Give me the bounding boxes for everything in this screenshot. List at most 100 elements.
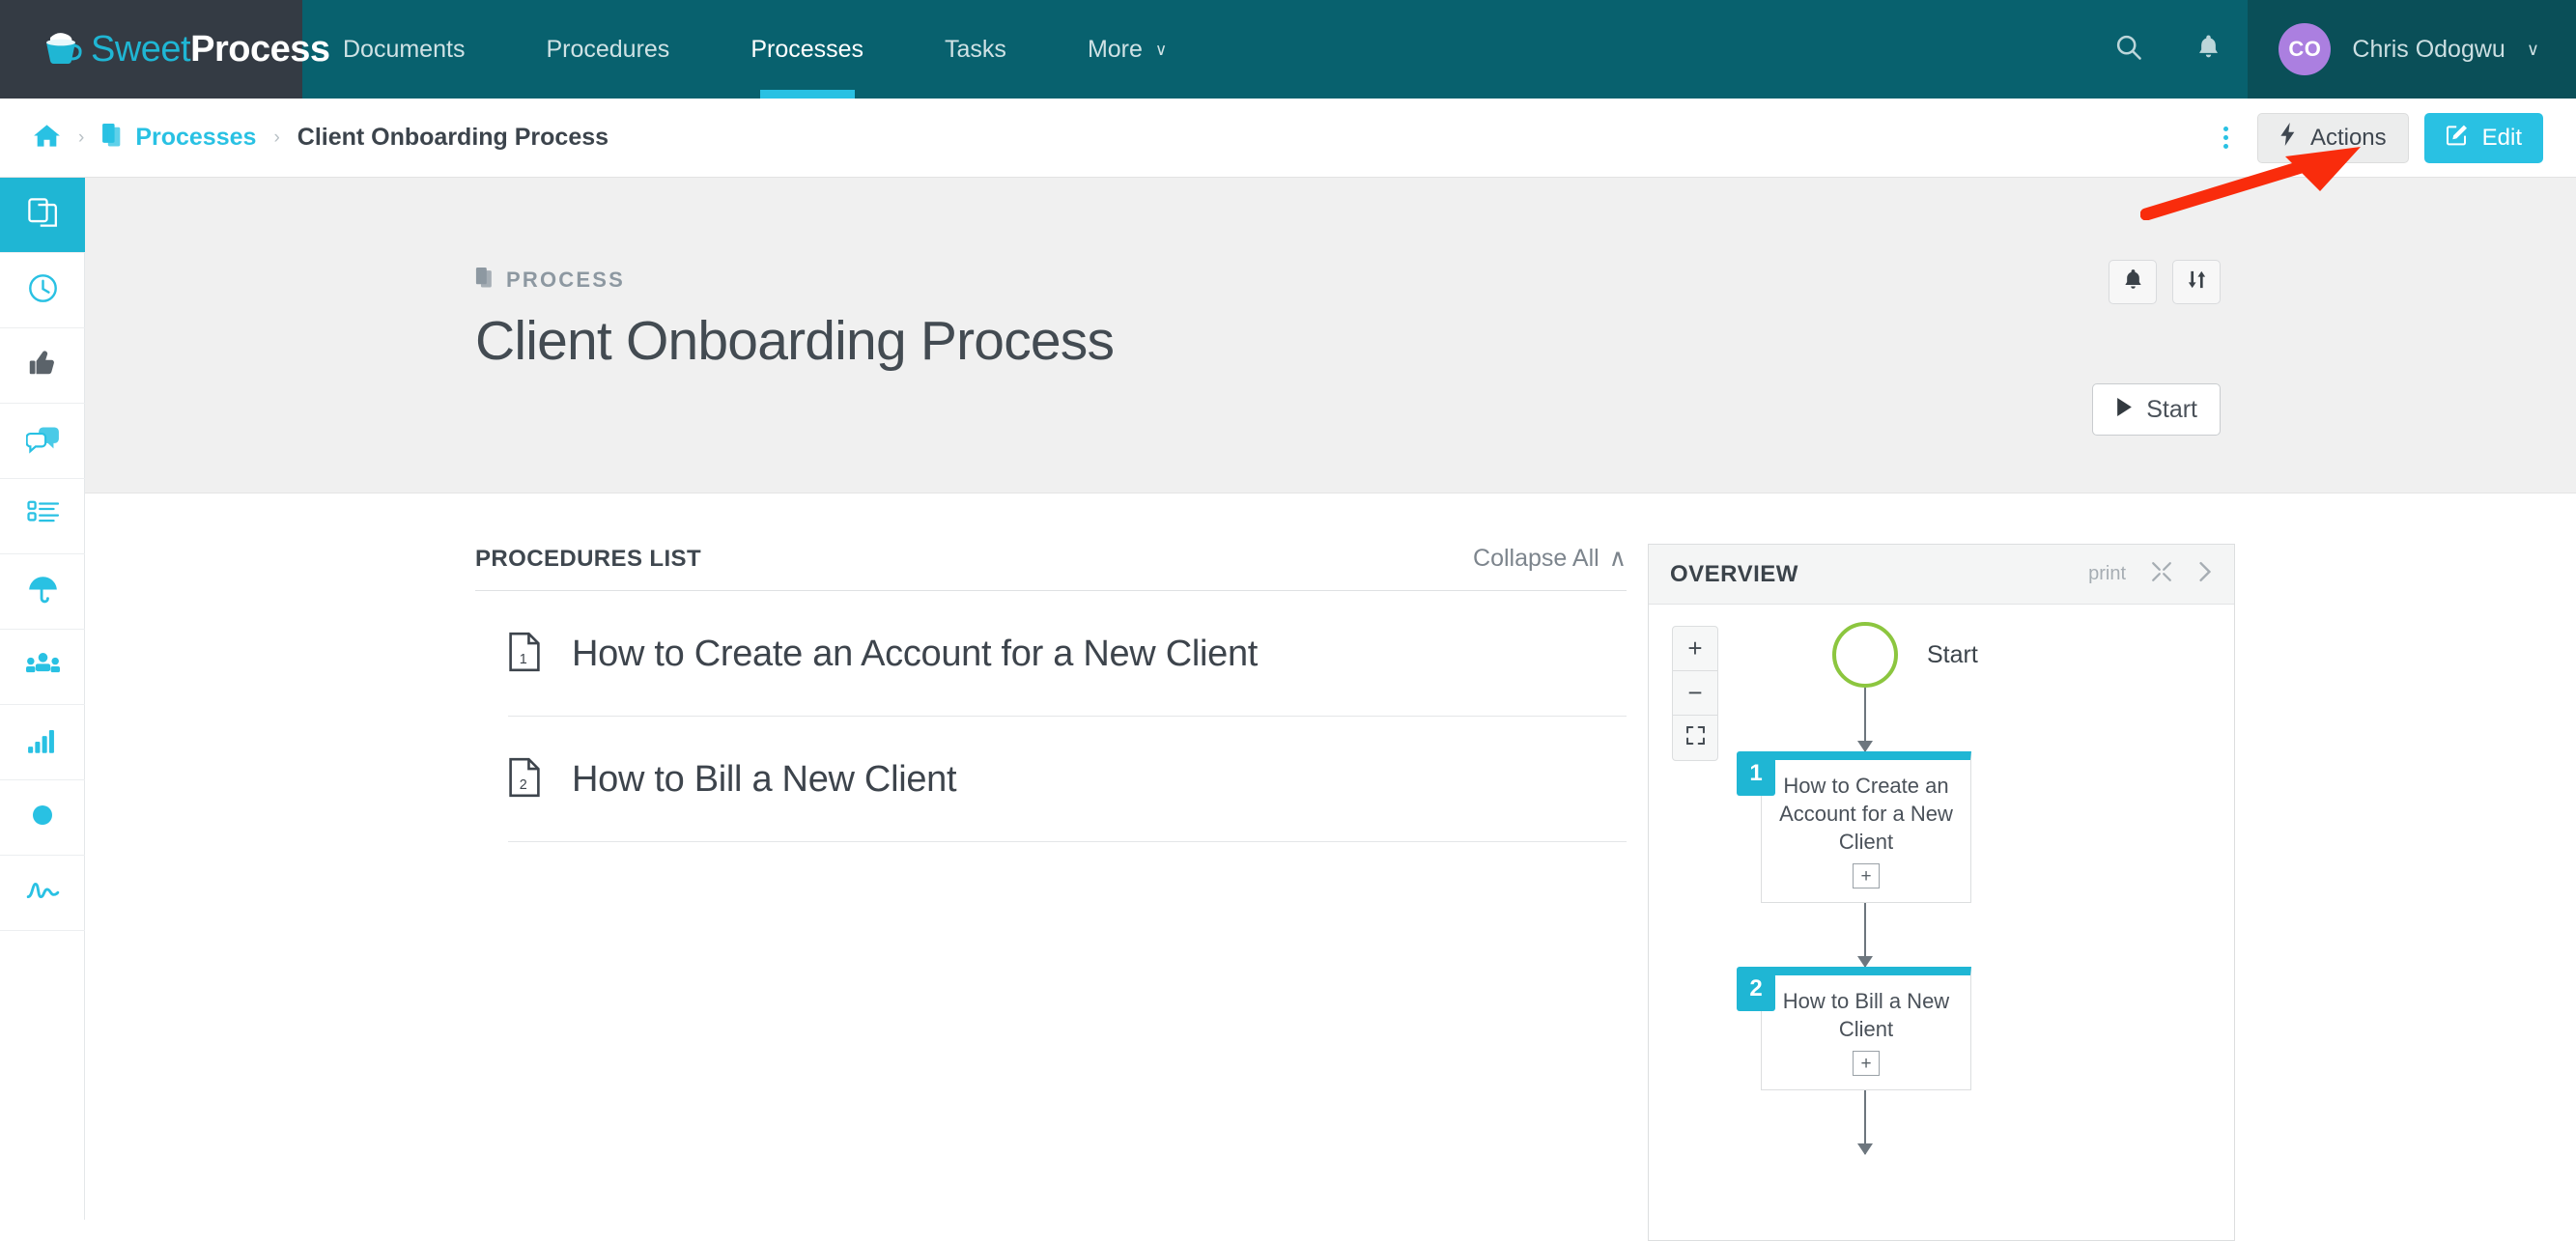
collapse-all-label: Collapse All [1473,544,1599,572]
nav-item-tasks[interactable]: Tasks [904,0,1047,99]
flow-node-text: How to Bill a New Client [1782,989,1950,1042]
top-navigation-bar: SweetProcess Documents Procedures Proces… [0,0,2576,99]
nav-item-documents-label: Documents [343,35,466,63]
sidebar-item-policies[interactable] [0,554,85,630]
print-button[interactable]: print [2088,563,2126,585]
nav-item-documents[interactable]: Documents [302,0,505,99]
flow-connector-arrow [1857,688,1873,752]
sidebar-item-comments[interactable] [0,404,85,479]
clock-icon [27,272,59,309]
overview-title: OVERVIEW [1670,560,1798,587]
logo-text-sweet: Sweet [91,28,191,70]
actions-button[interactable]: Actions [2256,112,2409,163]
home-icon [33,123,61,154]
user-menu[interactable]: CO Chris Odogwu ∨ [2248,0,2576,99]
breadcrumb-bar: › Processes › Client Onboarding Process … [0,99,2576,178]
notifications-button[interactable] [2168,0,2248,99]
svg-text:2: 2 [520,777,527,793]
flow-start-node[interactable]: Start [1832,622,2176,688]
checklist-icon [26,499,59,534]
vertical-dots-icon-dot [2222,135,2228,140]
list-item[interactable]: 1 How to Create an Account for a New Cli… [508,591,1627,717]
page-type-label: PROCESS [475,267,2576,294]
search-icon [2114,33,2143,67]
fit-to-screen-button[interactable] [1673,716,1717,760]
bell-icon [2122,268,2144,296]
nav-item-more[interactable]: More ∨ [1047,0,1207,99]
flow-node[interactable]: 2 How to Bill a New Client + [1737,967,1971,1091]
sidebar-item-teams[interactable] [0,630,85,705]
list-item[interactable]: 2 How to Bill a New Client [508,717,1627,842]
nav-item-processes[interactable]: Processes [710,0,904,99]
header-tool-buttons [2109,260,2221,304]
flow-node-expand-button[interactable]: + [1853,1051,1880,1077]
procedures-list-panel: PROCEDURES LIST Collapse All ∧ 1 How to … [475,544,1627,1241]
lightning-bolt-icon [2279,123,2297,153]
sidebar-item-signature[interactable] [0,856,85,931]
breadcrumb-item-processes[interactable]: Processes [101,123,256,154]
sidebar-item-pages[interactable] [0,178,85,253]
play-icon [2115,396,2134,424]
bar-chart-icon [27,726,59,759]
procedures-list-title: PROCEDURES LIST [475,546,702,572]
breadcrumb-home-link[interactable] [33,123,61,154]
brand-logo[interactable]: SweetProcess [0,0,330,99]
primary-nav-items: Documents Procedures Processes Tasks Mor… [302,0,1207,99]
nav-item-procedures-label: Procedures [546,35,670,63]
edit-button[interactable]: Edit [2423,112,2543,163]
pages-icon [101,123,124,154]
procedures-list-header: PROCEDURES LIST Collapse All ∧ [475,544,1627,591]
overview-header: OVERVIEW print [1649,545,2234,605]
avatar: CO [2279,23,2332,75]
chevron-right-icon[interactable] [2197,561,2213,587]
bell-icon [2195,33,2222,66]
chat-bubbles-icon [25,424,60,459]
page-header: PROCESS Client Onboarding Process Start [85,178,2576,494]
vertical-dots-icon-dot [2222,127,2228,131]
flow-start-label: Start [1927,640,1978,668]
zoom-in-button[interactable]: + [1673,627,1717,671]
breadcrumb-processes-label: Processes [135,124,257,151]
flow-node-expand-button[interactable]: + [1853,863,1880,889]
thumbs-up-icon [27,348,58,383]
reorder-button[interactable] [2172,260,2221,304]
search-button[interactable] [2089,0,2168,99]
fit-to-screen-icon [1685,726,1705,749]
nav-item-procedures[interactable]: Procedures [505,0,710,99]
sidebar-item-status[interactable] [0,780,85,856]
umbrella-icon [27,574,59,610]
teams-icon [25,651,60,684]
collapse-all-button[interactable]: Collapse All ∧ [1473,544,1627,573]
breadcrumb-separator-2: › [273,127,280,148]
subscribe-button[interactable] [2109,260,2157,304]
pages-icon [475,267,495,294]
chevron-down-icon: ∨ [2526,39,2539,59]
procedure-title: How to Bill a New Client [572,759,957,800]
flow-node-badge: 1 [1737,751,1775,796]
sidebar-item-tasks[interactable] [0,479,85,554]
chevron-up-icon: ∧ [1608,545,1627,572]
user-name-label: Chris Odogwu [2352,35,2505,63]
sidebar-item-approvals[interactable] [0,328,85,404]
page-type-text: PROCESS [506,268,625,292]
breadcrumb-current-page: Client Onboarding Process [297,124,609,151]
start-button[interactable]: Start [2092,383,2221,436]
start-button-label: Start [2146,395,2197,423]
flowchart-canvas[interactable]: + − Start 1 How to Create an Account for… [1649,605,2234,1240]
sidebar-item-history[interactable] [0,253,85,328]
flow-node[interactable]: 1 How to Create an Account for a New Cli… [1737,751,1971,904]
expand-collapse-icon[interactable] [2151,561,2172,587]
sidebar-item-reports[interactable] [0,705,85,780]
nav-right-cluster: CO Chris Odogwu ∨ [2089,0,2576,99]
procedure-title: How to Create an Account for a New Clien… [572,634,1259,674]
chevron-down-icon: ∨ [1154,40,1168,59]
flowchart: Start 1 How to Create an Account for a N… [1737,622,2176,1156]
more-options-button[interactable] [2210,119,2242,156]
content-columns: PROCEDURES LIST Collapse All ∧ 1 How to … [85,494,2576,1241]
zoom-out-button[interactable]: − [1673,671,1717,716]
start-circle-icon [1832,622,1898,688]
signature-squiggle-icon [26,880,60,906]
document-numbered-icon: 2 [508,757,541,803]
circle-dot-icon [28,801,57,834]
flow-node-badge: 2 [1737,967,1775,1012]
